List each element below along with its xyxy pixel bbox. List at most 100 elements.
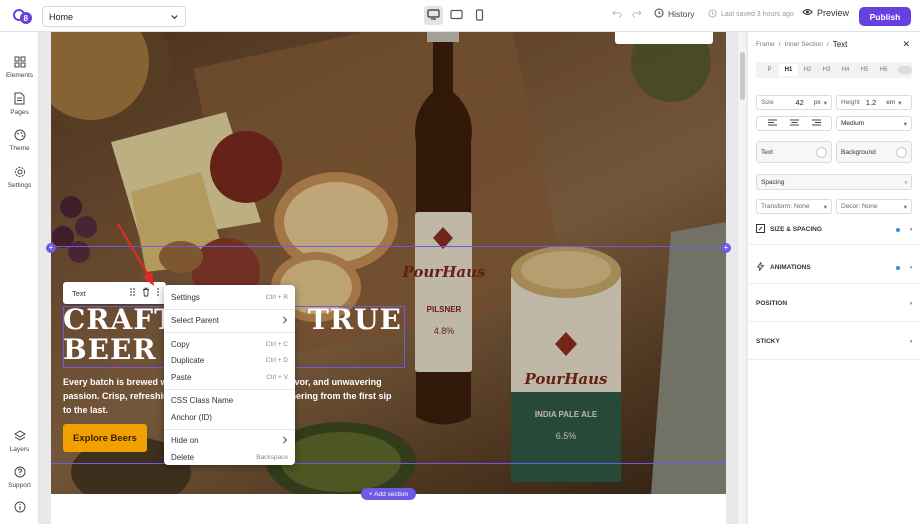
section-animations[interactable]: ANIMATIONS › [756,261,912,273]
section-label: SIZE & SPACING [770,226,822,233]
close-icon[interactable]: ✕ [902,39,910,50]
animation-icon [756,261,765,273]
breadcrumb-inner-section[interactable]: Inner Section [785,41,823,48]
menu-item-hide-on[interactable]: Hide on [164,433,295,450]
hero-body-line-1b: avor, and unwavering [289,377,382,387]
explore-beers-button[interactable]: Explore Beers [63,424,147,452]
height-value: 1.2 [865,98,877,107]
add-column-right-icon[interactable]: + [721,243,731,253]
canvas-scrollbar[interactable] [737,32,746,524]
palette-icon [14,129,26,143]
size-unit: px [813,99,821,106]
tag-p[interactable]: P [760,67,779,73]
menu-divider [164,388,295,390]
hero-body-line-2a: passion. Crisp, refreshin [63,391,169,401]
menu-item-label: Anchor (ID) [171,412,212,422]
tag-h5[interactable]: H5 [855,67,874,73]
menu-item-delete[interactable]: Delete Backspace [164,449,295,466]
text-decoration-select[interactable]: Decor: None ▾ [836,199,912,214]
height-label: Height [841,99,860,106]
section-divider [748,321,920,322]
sidebar-item-settings[interactable]: Settings [0,166,39,189]
tag-h1[interactable]: H1 [779,64,798,76]
sidebar-item-support[interactable]: Support [0,466,39,489]
chevron-right-icon: › [909,338,912,345]
breadcrumb-separator: / [778,41,781,48]
heading-toggle[interactable] [898,66,912,74]
sidebar-item-pages[interactable]: Pages [0,92,39,116]
device-switcher [424,6,489,25]
menu-item-label: Hide on [171,436,199,446]
menu-item-shortcut: Ctrl + D [265,357,288,365]
sidebar-item-layers[interactable]: Layers [0,430,39,453]
font-weight-select[interactable]: Medium ▾ [836,116,912,131]
sidebar-item-theme[interactable]: Theme [0,129,39,152]
text-transform-select[interactable]: Transform: None ▾ [756,199,832,214]
menu-item-shortcut: Ctrl + V [266,373,288,381]
mobile-device-button[interactable] [470,6,489,25]
menu-item-label: Paste [171,372,192,382]
tag-h3[interactable]: H3 [817,67,836,73]
menu-item-shortcut: Ctrl + C [265,340,288,348]
tag-h2[interactable]: H2 [798,67,817,73]
menu-item-settings[interactable]: Settings Ctrl + R [164,289,295,306]
add-section-button[interactable]: + Add section [361,488,416,500]
history-button[interactable]: History [654,8,694,20]
mobile-icon [475,8,484,23]
redo-icon[interactable] [632,9,642,20]
sidebar-item-elements[interactable]: Elements [0,56,39,79]
background-color-picker[interactable]: Background [836,141,912,163]
align-center-icon[interactable] [789,119,799,128]
saved-clock-icon [708,9,717,20]
menu-item-duplicate[interactable]: Duplicate Ctrl + D [164,353,295,370]
text-color-picker[interactable]: Text [756,141,832,163]
publish-button[interactable]: Publish [859,7,911,26]
brand-logo-icon[interactable]: 8 [11,7,33,25]
breadcrumb: Frame / Inner Section / Text [756,40,847,49]
text-align-group [756,116,832,131]
chevron-right-icon [282,316,288,326]
menu-divider [164,308,295,310]
breadcrumb-frame[interactable]: Frame [756,41,775,48]
section-bottom-boundary [51,463,726,464]
text-color-swatch [816,146,827,158]
menu-item-label: Duplicate [171,356,205,366]
menu-item-paste[interactable]: Paste Ctrl + V [164,369,295,386]
section-position[interactable]: POSITION › [756,300,912,307]
sidebar-item-label: Theme [9,145,30,152]
text-color-label: Text [761,148,773,156]
line-height-field[interactable]: Height 1.2 em ▾ [836,95,912,110]
section-size-spacing[interactable]: SIZE & SPACING › [756,224,912,235]
tag-h4[interactable]: H4 [836,67,855,73]
section-sticky[interactable]: STICKY › [756,338,912,345]
menu-item-label: Delete [171,452,195,462]
scrollbar-thumb[interactable] [740,52,745,100]
menu-item-select-parent[interactable]: Select Parent [164,313,295,330]
align-left-icon[interactable] [767,119,777,128]
menu-item-css-class-name[interactable]: CSS Class Name [164,393,295,410]
menu-item-label: Select Parent [171,316,220,326]
section-label: STICKY [756,338,780,345]
align-right-icon[interactable] [811,119,821,128]
help-icon [14,466,26,480]
add-column-left-icon[interactable]: + [46,243,56,253]
menu-divider [164,428,295,430]
undo-icon[interactable] [612,9,622,20]
desktop-device-button[interactable] [424,6,443,25]
spacing-row[interactable]: Spacing › [756,174,912,190]
chevron-right-icon: › [909,264,912,271]
preview-button[interactable]: Preview [802,8,849,18]
menu-item-copy[interactable]: Copy Ctrl + C [164,336,295,353]
menu-item-label: Copy [171,339,190,349]
page-select-dropdown[interactable]: Home [42,6,186,27]
info-button[interactable] [0,501,39,515]
last-saved-text: Last saved 3 hours ago [721,11,794,18]
tag-h6[interactable]: H6 [874,67,893,73]
menu-item-shortcut: Ctrl + R [265,293,288,301]
chevron-down-icon: ▾ [903,120,907,128]
floating-element-controls[interactable] [615,32,713,44]
tablet-device-button[interactable] [447,6,466,25]
menu-item-anchor-id[interactable]: Anchor (ID) [164,409,295,426]
section-label: POSITION [756,300,788,307]
font-size-field[interactable]: Size 42 px ▾ [756,95,832,110]
